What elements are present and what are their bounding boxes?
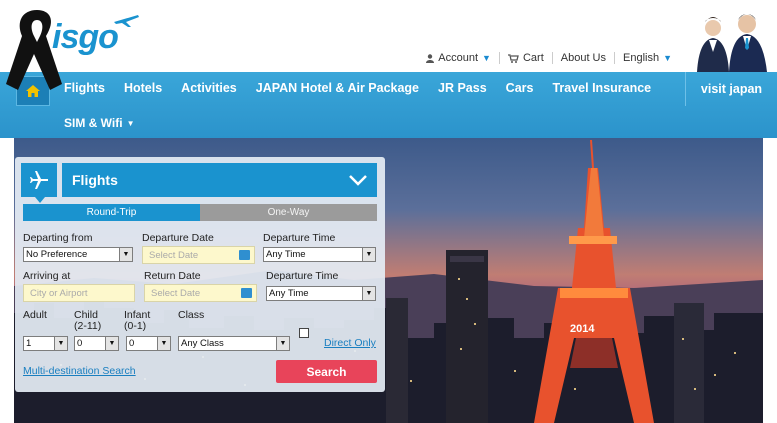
- cart-icon: [507, 53, 519, 63]
- main-nav: Flights Hotels Activities JAPAN Hotel & …: [0, 72, 777, 138]
- return-time-label: Departure Time: [266, 270, 339, 282]
- arriving-input[interactable]: City or Airport: [23, 284, 135, 302]
- child-value: 0: [77, 338, 83, 349]
- tower-sign: 2014: [570, 323, 595, 335]
- header: isgo Account ▼ Cart About Us English ▼: [0, 0, 777, 90]
- nav-item-sim-wifi[interactable]: SIM & Wifi ▼: [64, 116, 134, 130]
- infant-age-note: (0-1): [124, 320, 147, 332]
- return-time-value: Any Time: [269, 288, 309, 299]
- dropdown-arrow-icon: ▼: [362, 287, 375, 300]
- nav-item-hotels[interactable]: Hotels: [124, 81, 162, 95]
- nav-item-jr-pass[interactable]: JR Pass: [438, 81, 487, 95]
- departing-label: Departing from: [23, 232, 93, 244]
- flight-search-widget: Flights Round-Trip One-Way Departing fro…: [15, 157, 385, 392]
- nav-item-activities[interactable]: Activities: [181, 81, 237, 95]
- user-icon: [426, 53, 435, 63]
- child-age-note: (2-11): [74, 320, 102, 332]
- one-way-tab[interactable]: One-Way: [200, 204, 377, 221]
- departure-date-input[interactable]: Select Date: [142, 246, 255, 264]
- departure-time-select[interactable]: Any Time ▼: [263, 247, 376, 262]
- departure-time-value: Any Time: [266, 249, 306, 260]
- departing-select[interactable]: No Preference ▼: [23, 247, 133, 262]
- adult-value: 1: [26, 338, 32, 349]
- language-select[interactable]: English ▼: [614, 52, 680, 64]
- nav-item-cars[interactable]: Cars: [506, 81, 534, 95]
- visit-japan-link[interactable]: visit japan: [685, 72, 777, 106]
- departing-value: No Preference: [26, 249, 88, 260]
- dropdown-arrow-icon: ▼: [276, 337, 289, 350]
- multi-destination-link[interactable]: Multi-destination Search: [23, 365, 136, 377]
- chevron-down-icon: ▼: [663, 53, 672, 63]
- black-ribbon-icon: [6, 10, 62, 90]
- return-time-select[interactable]: Any Time ▼: [266, 286, 376, 301]
- trip-type-toggle: Round-Trip One-Way: [23, 204, 377, 221]
- about-label: About Us: [560, 52, 606, 64]
- logo-plane-icon: [114, 15, 139, 27]
- product-select[interactable]: Flights: [62, 163, 377, 197]
- sim-wifi-label: SIM & Wifi: [64, 116, 123, 130]
- return-date-label: Return Date: [144, 270, 201, 282]
- page: isgo Account ▼ Cart About Us English ▼ F…: [0, 0, 777, 423]
- cart-link[interactable]: Cart: [498, 52, 552, 64]
- departure-time-label: Departure Time: [263, 232, 336, 244]
- arriving-label: Arriving at: [23, 270, 71, 282]
- arriving-placeholder: City or Airport: [30, 287, 88, 299]
- dropdown-arrow-icon: ▼: [54, 337, 67, 350]
- airplane-icon: [30, 171, 48, 189]
- dropdown-arrow-icon: ▼: [157, 337, 170, 350]
- search-button[interactable]: Search: [276, 360, 377, 383]
- nav-links: Flights Hotels Activities JAPAN Hotel & …: [64, 81, 670, 95]
- class-select[interactable]: Any Class ▼: [178, 336, 290, 351]
- infant-select[interactable]: 0 ▼: [126, 336, 171, 351]
- round-trip-tab[interactable]: Round-Trip: [23, 204, 200, 221]
- flights-tab[interactable]: [21, 163, 57, 203]
- account-menu[interactable]: Account ▼: [418, 52, 499, 64]
- return-date-placeholder: Select Date: [151, 287, 201, 299]
- chevron-down-icon: ▼: [482, 53, 491, 63]
- dropdown-arrow-icon: ▼: [105, 337, 118, 350]
- direct-only-checkbox[interactable]: [299, 328, 309, 338]
- child-select[interactable]: 0 ▼: [74, 336, 119, 351]
- departure-date-label: Departure Date: [142, 232, 214, 244]
- class-label: Class: [178, 309, 205, 321]
- cart-label: Cart: [522, 52, 544, 64]
- class-value: Any Class: [181, 338, 224, 349]
- nav-item-travel-insurance[interactable]: Travel Insurance: [552, 81, 651, 95]
- dropdown-arrow-icon: ▼: [362, 248, 375, 261]
- return-date-input[interactable]: Select Date: [144, 284, 257, 302]
- infant-value: 0: [129, 338, 135, 349]
- account-label: Account: [438, 52, 479, 64]
- language-label: English: [623, 52, 660, 64]
- about-link[interactable]: About Us: [551, 52, 614, 64]
- direct-only-label[interactable]: Direct Only: [324, 337, 376, 349]
- calendar-icon[interactable]: [239, 250, 250, 260]
- departure-date-placeholder: Select Date: [149, 249, 199, 261]
- adult-label: Adult: [23, 309, 47, 321]
- adult-select[interactable]: 1 ▼: [23, 336, 68, 351]
- nav-item-japan-package[interactable]: JAPAN Hotel & Air Package: [256, 81, 419, 95]
- staff-photo: [697, 14, 767, 72]
- product-select-label: Flights: [72, 172, 118, 188]
- top-nav: Account ▼ Cart About Us English ▼: [418, 52, 680, 64]
- chevron-down-icon: [349, 174, 367, 186]
- dropdown-arrow-icon: ▼: [119, 248, 132, 261]
- calendar-icon[interactable]: [241, 288, 252, 298]
- caret-down-icon: ▼: [126, 118, 135, 128]
